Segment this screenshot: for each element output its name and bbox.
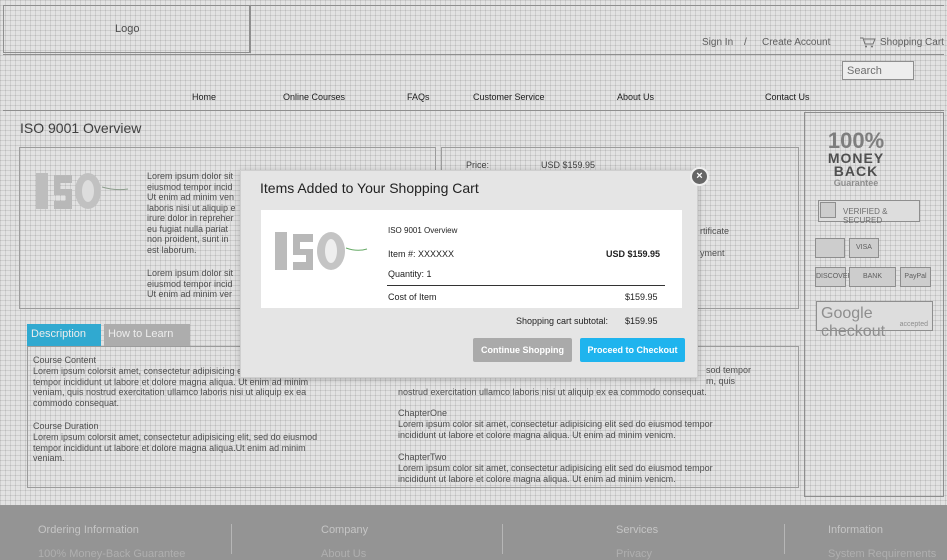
continue-shopping-button[interactable]: Continue Shopping xyxy=(473,338,572,362)
cart-item-name: ISO 9001 Overview xyxy=(388,226,458,235)
cart-item-quantity: Quantity: 1 xyxy=(388,269,432,279)
cost-of-item-label: Cost of Item xyxy=(388,292,437,302)
close-icon[interactable]: × xyxy=(690,167,709,186)
modal-title: Items Added to Your Shopping Cart xyxy=(260,180,479,196)
proceed-to-checkout-button[interactable]: Proceed to Checkout xyxy=(580,338,685,362)
subtotal-label: Shopping cart subtotal: xyxy=(516,316,609,326)
cart-item-number: Item #: XXXXXX xyxy=(388,249,455,259)
cart-divider xyxy=(387,285,665,286)
iso-product-thumbnail xyxy=(275,232,368,270)
cost-of-item-value: $159.95 xyxy=(625,292,658,302)
subtotal-value: $159.95 xyxy=(625,316,658,326)
cart-item-price: USD $159.95 xyxy=(606,249,661,259)
